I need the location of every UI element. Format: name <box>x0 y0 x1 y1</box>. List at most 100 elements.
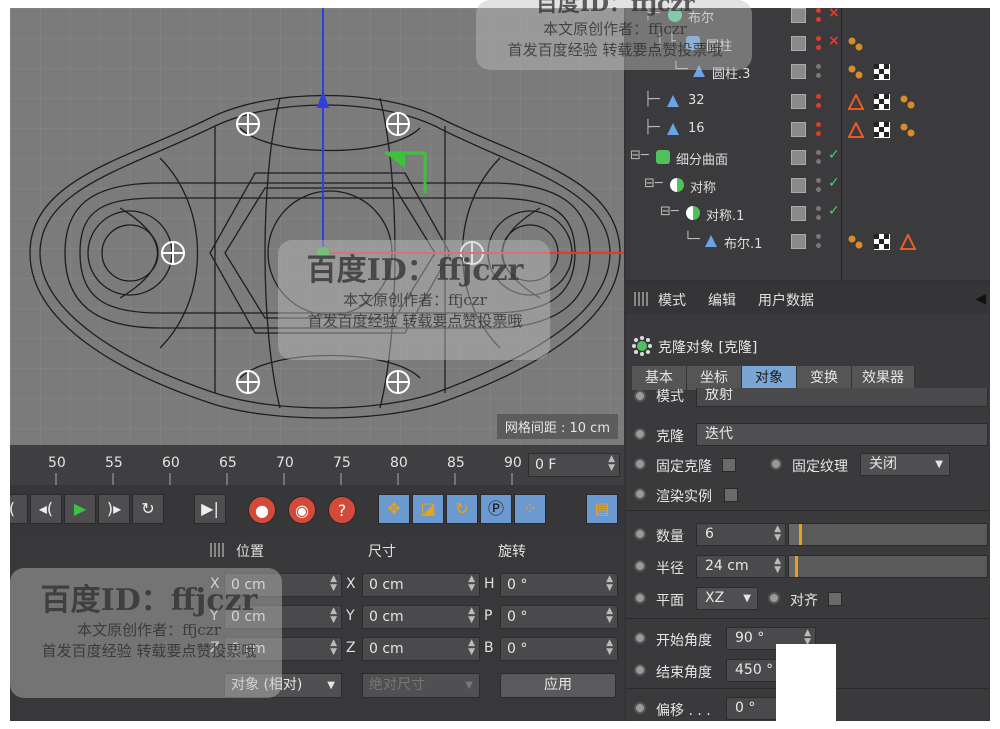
spinner-arrows-icon[interactable]: ▲ ▼ <box>774 557 781 575</box>
fixed-texture-dropdown[interactable]: 关闭 ▼ <box>860 453 950 476</box>
spinner-arrows-icon[interactable]: ▲ ▼ <box>606 607 613 625</box>
warning-tag-icon[interactable] <box>847 92 865 110</box>
radius-slider[interactable] <box>788 555 988 578</box>
play-button[interactable]: ▶ <box>64 494 96 524</box>
step-back-button[interactable]: ◂( <box>30 494 62 524</box>
phong-tag-icon[interactable] <box>900 122 916 138</box>
visibility-toggle[interactable] <box>791 234 806 249</box>
enabled-state[interactable]: × <box>828 33 840 49</box>
spinner-arrows-icon[interactable]: ▲ ▼ <box>468 639 475 657</box>
tab-basic[interactable]: 基本 <box>632 366 687 390</box>
menu-edit[interactable]: 编辑 <box>708 290 736 310</box>
keyframe-radio[interactable] <box>768 592 780 604</box>
loop-button[interactable]: ↻ <box>132 494 164 524</box>
size-x-field[interactable]: 0 cm ▲ ▼ <box>362 573 480 597</box>
spinner-arrows-icon[interactable]: ▲ ▼ <box>330 639 337 657</box>
plane-dropdown[interactable]: XZ ▼ <box>696 587 758 610</box>
editor-render-dots[interactable] <box>814 231 824 253</box>
spinner-arrows-icon[interactable]: ▲ ▼ <box>468 575 475 593</box>
visibility-toggle[interactable] <box>791 8 806 23</box>
keyframe-radio[interactable] <box>634 632 646 644</box>
back-arrow-icon[interactable]: ◀ <box>975 291 986 307</box>
rotation-h-field[interactable]: 0 ° ▲ ▼ <box>500 573 618 597</box>
keyframe-radio[interactable] <box>634 702 646 714</box>
spinner-arrows-icon[interactable]: ▲ ▼ <box>330 607 337 625</box>
record-key-icon[interactable]: ● <box>248 496 276 524</box>
object-row-symmetry[interactable]: ⊟─ 对称 ✓ <box>626 172 990 200</box>
object-row-boole-1[interactable]: └─ 布尔.1 <box>626 228 990 256</box>
visibility-toggle[interactable] <box>791 94 806 109</box>
spinner-arrows-icon[interactable]: ▲ ▼ <box>606 639 613 657</box>
editor-render-dots[interactable] <box>814 61 824 83</box>
visibility-toggle[interactable] <box>791 36 806 51</box>
menu-mode[interactable]: 模式 <box>658 290 686 310</box>
keyframe-radio[interactable] <box>770 458 782 470</box>
scale-icon[interactable]: ◪ <box>412 494 444 524</box>
keyframe-radio[interactable] <box>634 458 646 470</box>
keyframe-radio[interactable] <box>634 488 646 500</box>
render-instance-checkbox[interactable] <box>724 488 738 502</box>
spinner-arrows-icon[interactable]: ▲ ▼ <box>606 575 613 593</box>
rotation-p-field[interactable]: 0 ° ▲ ▼ <box>500 605 618 629</box>
enabled-state[interactable]: ✓ <box>828 175 840 191</box>
editor-render-dots[interactable] <box>814 203 824 225</box>
enabled-state[interactable]: ✓ <box>828 203 840 219</box>
tab-object[interactable]: 对象 <box>742 366 797 390</box>
rotate-icon[interactable]: ↻ <box>446 494 478 524</box>
spinner-arrows-icon[interactable]: ▲ ▼ <box>468 607 475 625</box>
keyframe-radio[interactable] <box>634 528 646 540</box>
tab-transform[interactable]: 变换 <box>797 366 852 390</box>
count-slider[interactable] <box>788 523 988 546</box>
size-mode-dropdown[interactable]: 绝对尺寸 ▼ <box>362 673 480 698</box>
step-forward-button[interactable]: )▸ <box>98 494 130 524</box>
film-strip-icon[interactable]: ▤ <box>586 494 618 524</box>
editor-render-dots[interactable] <box>814 147 824 169</box>
slider-knob[interactable] <box>798 524 802 545</box>
spinner-arrows-icon[interactable]: ▲ ▼ <box>774 525 781 543</box>
spinner-arrows-icon[interactable]: ▲ ▼ <box>330 575 337 593</box>
keyframe-radio[interactable] <box>634 428 646 440</box>
object-row-32[interactable]: ├─ 32 <box>626 88 990 116</box>
slider-knob[interactable] <box>794 556 798 577</box>
editor-render-dots[interactable] <box>814 91 824 113</box>
count-field[interactable]: 6 ▲ ▼ <box>696 523 786 546</box>
editor-render-dots[interactable] <box>814 119 824 141</box>
move-icon[interactable]: ✥ <box>378 494 410 524</box>
phong-tag-icon[interactable] <box>900 94 916 110</box>
phong-tag-icon[interactable] <box>848 64 864 80</box>
keyframe-radio[interactable] <box>634 560 646 572</box>
editor-render-dots[interactable] <box>814 175 824 197</box>
editor-render-dots[interactable] <box>814 8 824 27</box>
object-row-subdivision[interactable]: ⊟─ 细分曲面 ✓ <box>626 144 990 172</box>
warning-tag-icon[interactable] <box>847 120 865 138</box>
texture-tag-icon[interactable] <box>874 234 890 250</box>
object-row-symmetry-1[interactable]: ⊟─ 对称.1 ✓ <box>626 200 990 228</box>
timeline-ruler[interactable]: 50 55 60 65 70 75 80 85 90 0 F ▲ ▼ <box>10 445 624 485</box>
visibility-toggle[interactable] <box>791 206 806 221</box>
warning-tag-icon[interactable] <box>899 232 917 250</box>
visibility-toggle[interactable] <box>791 178 806 193</box>
radius-field[interactable]: 24 cm ▲ ▼ <box>696 555 786 578</box>
align-checkbox[interactable] <box>828 592 842 606</box>
rotation-b-field[interactable]: 0 ° ▲ ▼ <box>500 637 618 661</box>
current-frame-field[interactable]: 0 F ▲ ▼ <box>528 453 620 477</box>
visibility-toggle[interactable] <box>791 64 806 79</box>
enabled-state[interactable]: ✓ <box>828 147 840 163</box>
enabled-state[interactable]: × <box>828 8 840 21</box>
parameter-icon[interactable]: Ⓟ <box>480 494 512 524</box>
size-y-field[interactable]: 0 cm ▲ ▼ <box>362 605 480 629</box>
go-to-end-button[interactable]: ▶| <box>194 494 226 524</box>
prev-key-button[interactable]: ( <box>10 494 28 524</box>
size-z-field[interactable]: 0 cm ▲ ▼ <box>362 637 480 661</box>
point-level-icon[interactable]: ⁘ <box>514 494 546 524</box>
texture-tag-icon[interactable] <box>874 122 890 138</box>
keyframe-radio[interactable] <box>634 592 646 604</box>
texture-tag-icon[interactable] <box>874 64 890 80</box>
tab-effectors[interactable]: 效果器 <box>852 366 915 390</box>
keyframe-radio[interactable] <box>634 390 646 402</box>
menu-user-data[interactable]: 用户数据 <box>758 290 814 310</box>
visibility-toggle[interactable] <box>791 150 806 165</box>
texture-tag-icon[interactable] <box>874 94 890 110</box>
object-row-16[interactable]: ├─ 16 <box>626 116 990 144</box>
tab-coord[interactable]: 坐标 <box>687 366 742 390</box>
